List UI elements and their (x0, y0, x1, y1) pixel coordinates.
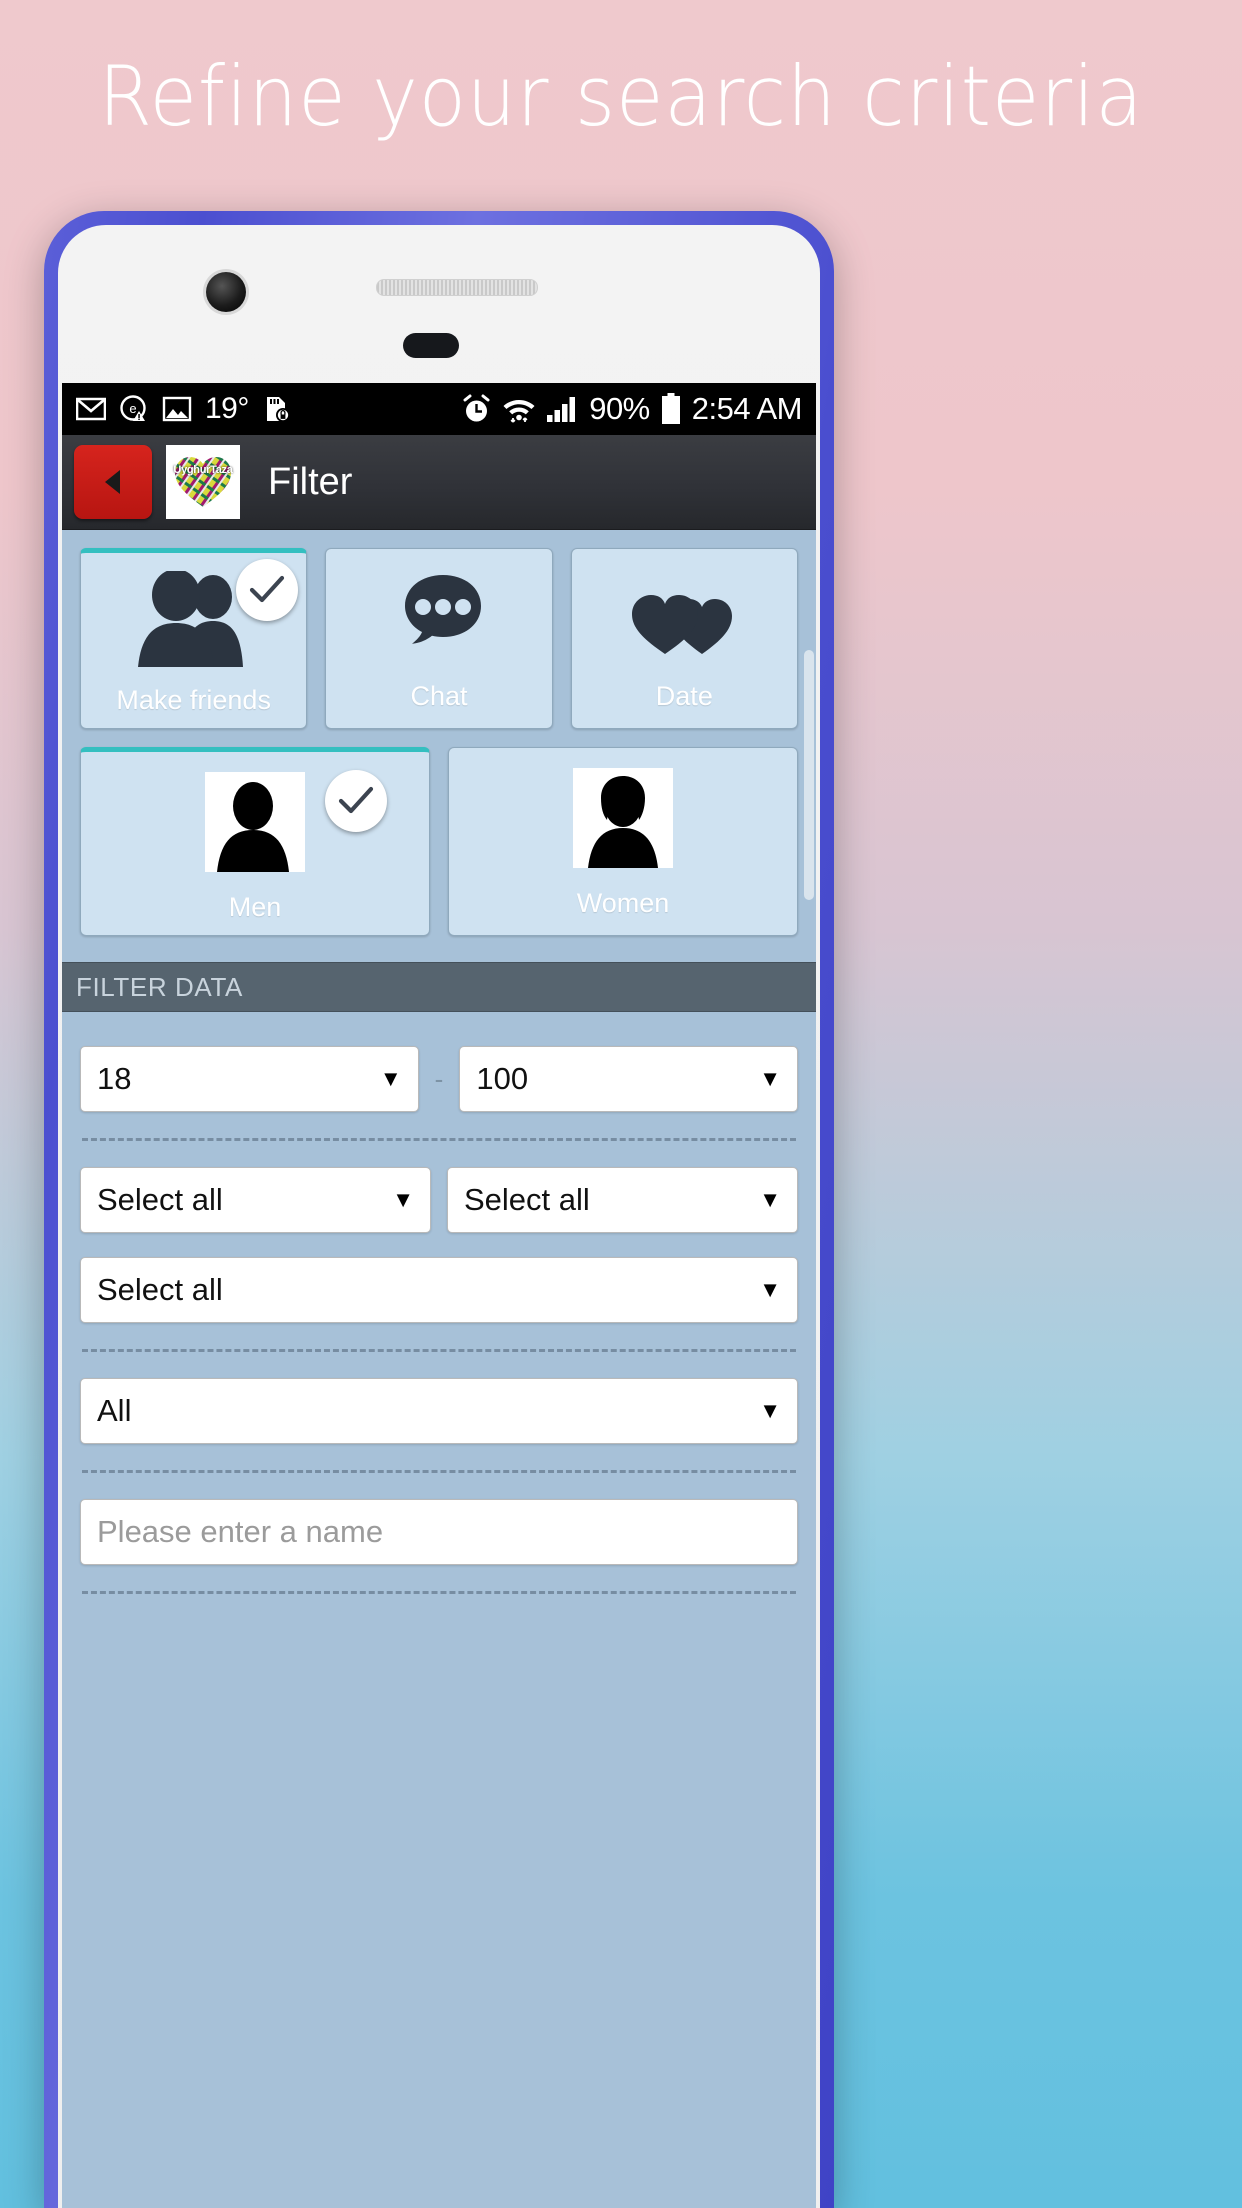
promo-background: Refine your search criteria e 19° 90% 2:… (0, 0, 1242, 2208)
logo-text: UyghurTaza (173, 464, 233, 476)
front-camera-icon (206, 272, 246, 312)
extra-select[interactable]: All ▼ (80, 1378, 798, 1444)
age-range-row: 18 ▼ - 100 ▼ (80, 1046, 799, 1112)
man-photo-icon (205, 772, 305, 872)
chevron-down-icon: ▼ (379, 1066, 402, 1091)
tile-women[interactable]: Women (448, 747, 798, 936)
age-min-value: 18 (97, 1061, 132, 1096)
chevron-down-icon: ▼ (759, 1187, 781, 1212)
region-select[interactable]: Select all ▼ (447, 1167, 798, 1233)
city-value: Select all (97, 1272, 223, 1307)
divider-2 (82, 1349, 796, 1352)
tile-men-checkmark (325, 770, 387, 832)
battery-icon (661, 393, 681, 425)
check-icon (338, 786, 374, 814)
range-separator: - (434, 1063, 444, 1094)
gmail-icon (75, 397, 107, 421)
home-button[interactable] (403, 333, 459, 358)
age-max-value: 100 (476, 1061, 529, 1096)
sdcard-lock-icon (262, 395, 292, 423)
divider-3 (82, 1470, 796, 1473)
earpiece-speaker (376, 279, 538, 296)
region-value: Select all (464, 1182, 590, 1217)
promo-headline: Refine your search criteria (98, 48, 1144, 145)
tile-women-body (449, 748, 797, 888)
status-bar-left-icons: e 19° (75, 392, 292, 426)
divider-4 (82, 1591, 796, 1594)
location-row: Select all ▼ Select all ▼ (80, 1167, 798, 1233)
name-input[interactable]: Please enter a name (97, 1514, 383, 1550)
extra-row: All ▼ (80, 1378, 798, 1444)
battery-percent-label: 90% (589, 391, 650, 426)
tile-date-label: Date (655, 681, 713, 711)
divider-1 (82, 1138, 796, 1141)
tile-men[interactable]: Men (80, 747, 430, 936)
tile-make-friends-label: Make friends (116, 685, 271, 715)
age-max-select[interactable]: 100 ▼ (459, 1046, 799, 1112)
wifi-icon (503, 394, 535, 424)
status-bar-right-icons: 90% 2:54 AM (461, 391, 803, 427)
filter-data-section-header: FILTER DATA (62, 962, 816, 1012)
city-select[interactable]: Select all ▼ (80, 1257, 798, 1323)
app-logo: UyghurTaza (166, 445, 240, 519)
city-row: Select all ▼ (80, 1257, 798, 1323)
filter-content: Make friends Chat Date Men Women FILTER … (62, 530, 816, 2208)
purpose-tiles-area: Make friends Chat Date Men Women (62, 530, 816, 936)
name-row: Please enter a name (80, 1499, 798, 1565)
chevron-down-icon: ▼ (392, 1187, 414, 1212)
clock-label: 2:54 AM (691, 391, 803, 426)
chat-bubble-icon (404, 575, 481, 644)
filter-data-title: FILTER DATA (76, 971, 243, 1002)
tile-date-body (572, 549, 797, 681)
woman-photo-icon (573, 768, 673, 868)
app-bar: UyghurTaza Filter (62, 435, 816, 530)
tile-date[interactable]: Date (570, 548, 798, 729)
tile-chat[interactable]: Chat (325, 548, 553, 729)
tile-chat-label: Chat (410, 681, 468, 711)
purpose-tile-row: Make friends Chat Date (62, 548, 816, 729)
phone-mockup: e 19° 90% 2:54 AM UyghurTaza Filter Make… (44, 211, 834, 2208)
country-select[interactable]: Select all ▼ (80, 1167, 431, 1233)
tile-women-label: Women (576, 888, 670, 918)
temperature-label: 19° (205, 392, 249, 425)
chevron-down-icon: ▼ (759, 1066, 782, 1091)
status-bar: e 19° 90% 2:54 AM (62, 383, 816, 435)
extra-value: All (97, 1393, 132, 1428)
check-icon (250, 575, 285, 603)
tile-men-label: Men (228, 892, 282, 922)
gender-tile-row: Men Women (62, 747, 816, 936)
alarm-icon (461, 394, 492, 425)
back-arrow-icon (105, 470, 120, 494)
tile-make-friends-body (81, 553, 306, 685)
warning-badge-icon: e (119, 394, 149, 424)
phone-screen: e 19° 90% 2:54 AM UyghurTaza Filter Make… (62, 383, 816, 2208)
chevron-down-icon: ▼ (759, 1398, 781, 1423)
name-input-wrap[interactable]: Please enter a name (80, 1499, 798, 1565)
age-min-select[interactable]: 18 ▼ (80, 1046, 419, 1112)
tile-men-body (81, 752, 429, 892)
phone-body: e 19° 90% 2:54 AM UyghurTaza Filter Make… (58, 225, 820, 2208)
tile-make-friends[interactable]: Make friends (80, 548, 308, 729)
tile-chat-body (326, 549, 551, 681)
chevron-down-icon: ▼ (759, 1277, 781, 1302)
back-button[interactable] (74, 445, 152, 519)
two-hearts-icon (632, 595, 733, 654)
signal-icon (546, 395, 578, 423)
tile-make-friends-checkmark (236, 559, 299, 621)
filter-form: 18 ▼ - 100 ▼ Select all ▼ Select all ▼ S… (62, 1012, 816, 1594)
page-title: Filter (268, 460, 353, 503)
svg-text:e: e (129, 401, 136, 416)
photo-icon (162, 396, 192, 422)
country-value: Select all (97, 1182, 223, 1217)
